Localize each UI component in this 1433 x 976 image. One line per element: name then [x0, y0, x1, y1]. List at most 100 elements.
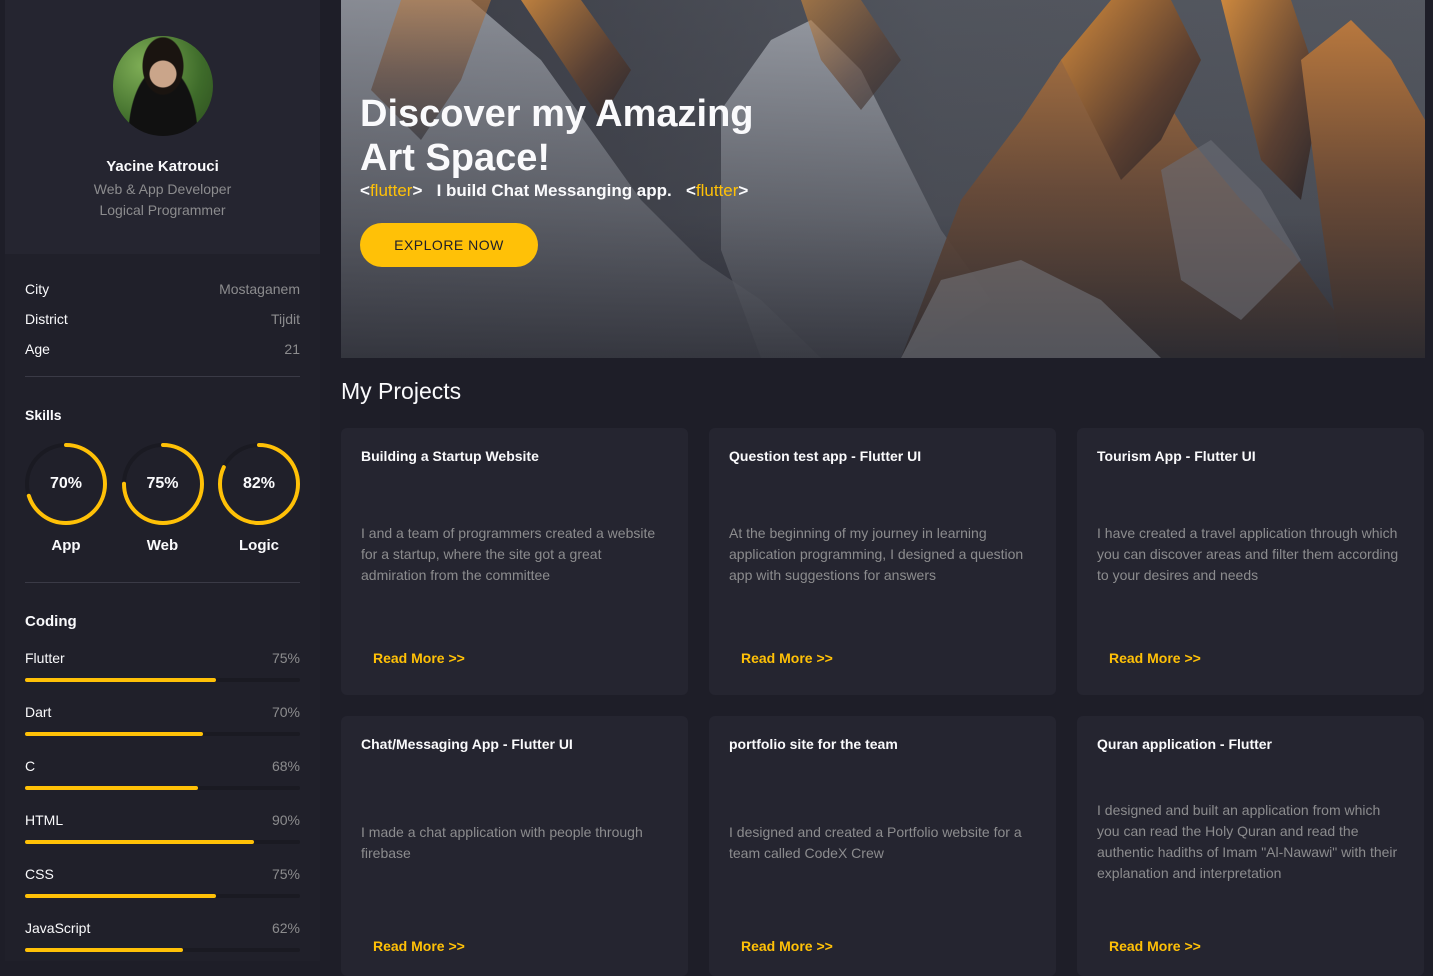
divider: [25, 376, 300, 377]
project-description: I designed and built an application from…: [1097, 802, 1398, 881]
skills-list: 70% App 75% Web 82% Logic: [5, 441, 320, 554]
progress-track: [25, 840, 300, 844]
info-row-age: Age 21: [25, 334, 300, 364]
info-label: Age: [25, 341, 50, 357]
project-description: I designed and created a Portfolio websi…: [729, 824, 1022, 861]
skill-logic: 82% Logic: [216, 441, 302, 554]
coding-label: JavaScript: [25, 920, 91, 936]
project-title: Question test app - Flutter UI: [729, 448, 922, 464]
read-more-link[interactable]: Read More >>: [1109, 938, 1201, 954]
coding-list: Flutter 75% Dart 70% C 68% HTML 90% CSS 75% JavaSc…: [5, 644, 320, 961]
project-card: Building a Startup Website I and a team o…: [341, 428, 688, 695]
projects-title: My Projects: [341, 378, 462, 404]
skill-percent: 75%: [146, 475, 179, 492]
progress-track: [25, 678, 300, 682]
sidebar: Yacine Katrouci Web & App Developer Logi…: [5, 0, 320, 961]
coding-percent: 62%: [271, 920, 300, 936]
info-value: Tijdit: [270, 311, 300, 327]
info-value: Mostaganem: [219, 281, 300, 297]
coding-row: HTML 90%: [25, 806, 300, 860]
project-title: portfolio site for the team: [729, 736, 898, 752]
tag-word: flutter: [695, 181, 739, 200]
coding-percent: 68%: [271, 758, 300, 774]
progress-track: [25, 894, 300, 898]
coding-percent: 90%: [271, 812, 300, 828]
tag-close: >: [412, 181, 423, 200]
read-more-link[interactable]: Read More >>: [1109, 650, 1201, 666]
skill-ring: 70%: [23, 441, 109, 527]
coding-percent: 75%: [271, 866, 300, 882]
coding-row: Dart 70%: [25, 698, 300, 752]
read-more-link[interactable]: Read More >>: [741, 938, 833, 954]
project-card: Chat/Messaging App - Flutter UI I made a …: [341, 716, 688, 976]
project-title: Chat/Messaging App - Flutter UI: [361, 736, 573, 752]
skill-ring: 75%: [120, 441, 206, 527]
hero-title: Discover my Amazing Art Space!: [360, 93, 754, 179]
coding-label: CSS: [25, 866, 54, 882]
coding-row: CSS 75%: [25, 860, 300, 914]
tag-open: <: [685, 181, 696, 200]
progress-track: [25, 786, 300, 790]
info-row-district: District Tijdit: [25, 304, 300, 334]
skill-app: 70% App: [23, 441, 109, 554]
tag-word: flutter: [369, 181, 413, 200]
profile-role: Web & App Developer: [93, 181, 232, 197]
coding-label: Dart: [25, 704, 52, 720]
coding-label: C: [25, 758, 36, 774]
skill-percent: 70%: [49, 475, 83, 492]
project-card: Tourism App - Flutter UI I have created a…: [1077, 428, 1424, 695]
skill-label: Web: [146, 537, 179, 554]
profile-name: Yacine Katrouci: [106, 158, 219, 175]
info-list: City Mostaganem District Tijdit Age 21: [5, 254, 320, 364]
progress-fill: [25, 840, 254, 844]
project-card: Question test app - Flutter UI At the beg…: [709, 428, 1056, 695]
project-description: I made a chat application with people th…: [361, 824, 643, 861]
profile-card: Yacine Katrouci Web & App Developer Logi…: [5, 0, 320, 254]
project-description: I and a team of programmers created a we…: [361, 525, 656, 583]
skill-label: Logic: [239, 537, 279, 554]
progress-track: [25, 732, 300, 736]
hero-banner: Discover my Amazing Art Space! <flutter>…: [341, 0, 1425, 358]
info-value: 21: [284, 341, 300, 357]
project-card: Quran application - Flutter I designed an…: [1077, 716, 1424, 976]
profile-role-secondary: Logical Programmer: [99, 202, 226, 218]
hero-tagline: I build Chat Messanging app.: [436, 181, 672, 200]
project-title: Tourism App - Flutter UI: [1097, 448, 1256, 464]
read-more-link[interactable]: Read More >>: [373, 938, 465, 954]
progress-fill: [25, 732, 204, 736]
info-row-city: City Mostaganem: [25, 274, 300, 304]
progress-fill: [25, 678, 216, 682]
progress-track: [25, 948, 300, 952]
hero-tagline-row: <flutter> I build Chat Messanging app. <…: [360, 181, 748, 201]
info-label: City: [25, 281, 50, 297]
project-card: portfolio site for the team I designed an…: [709, 716, 1056, 976]
coding-percent: 70%: [271, 704, 300, 720]
progress-fill: [25, 894, 216, 898]
avatar: [112, 36, 213, 136]
skills-title: Skills: [25, 407, 62, 423]
project-description: I have created a travel application thro…: [1097, 525, 1399, 583]
coding-title: Coding: [25, 613, 77, 630]
skill-label: App: [51, 537, 81, 554]
progress-fill: [25, 786, 198, 790]
tag-close: >: [738, 181, 749, 200]
skill-ring: 82%: [216, 441, 302, 527]
read-more-link[interactable]: Read More >>: [741, 650, 833, 666]
coding-label: Flutter: [25, 650, 65, 666]
coding-row: C 68%: [25, 752, 300, 806]
divider: [25, 582, 300, 583]
project-title: Quran application - Flutter: [1097, 736, 1273, 752]
project-title: Building a Startup Website: [361, 448, 539, 464]
coding-label: HTML: [25, 812, 64, 828]
info-label: District: [25, 311, 68, 327]
progress-fill: [25, 948, 183, 952]
read-more-link[interactable]: Read More >>: [373, 650, 465, 666]
coding-row: Flutter 75%: [25, 644, 300, 698]
coding-row: JavaScript 62%: [25, 914, 300, 961]
skill-web: 75% Web: [120, 441, 206, 554]
project-description: At the beginning of my journey in learni…: [729, 525, 1024, 583]
tag-open: <: [360, 181, 370, 200]
skill-percent: 82%: [242, 475, 276, 492]
coding-percent: 75%: [271, 650, 300, 666]
explore-now-button[interactable]: EXPLORE NOW: [360, 223, 538, 267]
